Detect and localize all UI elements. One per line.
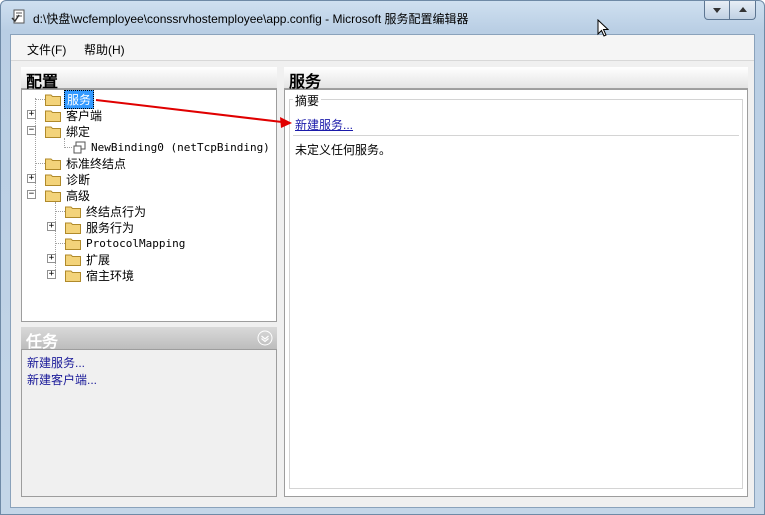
folder-open-icon [45, 126, 61, 138]
tree-label-extensions: 扩展 [86, 252, 111, 267]
tree-item-advanced[interactable]: − 高级 [27, 187, 92, 203]
folder-icon [45, 174, 61, 186]
tree-label-bindings: 绑定 [66, 124, 91, 139]
tree-item-endpoint-behaviors[interactable]: 终结点行为 [55, 203, 148, 219]
tree-label-service-behaviors: 服务行为 [86, 220, 135, 235]
maximize-icon [738, 7, 747, 12]
tree-item-newbinding[interactable]: NewBinding0 (netTcpBinding) [64, 139, 272, 155]
expand-icon[interactable]: + [47, 254, 56, 263]
tree-item-client[interactable]: + 客户端 [27, 107, 104, 123]
folder-icon [65, 254, 81, 266]
tree-label-client: 客户端 [66, 108, 103, 123]
services-panel-header: 服务 [284, 67, 748, 91]
tree-item-extensions[interactable]: + 扩展 [47, 251, 112, 267]
tree-item-hosting-environment[interactable]: + 宿主环境 [47, 267, 136, 283]
tree-item-service-behaviors[interactable]: + 服务行为 [47, 219, 136, 235]
folder-icon [45, 158, 61, 170]
mouse-cursor-icon [597, 19, 609, 37]
folder-icon [45, 94, 61, 106]
client-area: 文件(F) 帮助(H) 配置 服务 + 客户端 − 绑定 NewBinding0… [10, 34, 755, 508]
tree-item-protocol-mapping[interactable]: ProtocolMapping [55, 235, 187, 251]
binding-icon [73, 141, 86, 153]
tree-item-standard-endpoints[interactable]: 标准终结点 [35, 155, 128, 171]
app-window: d:\快盘\wcfemployee\conssrvhostemployee\ap… [0, 0, 765, 515]
task-new-client-link[interactable]: 新建客户端... [27, 371, 97, 388]
tree-label-advanced: 高级 [66, 188, 91, 203]
new-service-link[interactable]: 新建服务... [295, 116, 353, 133]
minimize-button[interactable] [704, 1, 730, 20]
config-panel-header: 配置 [21, 67, 277, 91]
menu-help[interactable]: 帮助(H) [80, 41, 129, 58]
caption-buttons [704, 1, 756, 21]
folder-icon [65, 270, 81, 282]
divider [293, 135, 739, 136]
tasks-panel: 新建服务... 新建客户端... [21, 349, 277, 497]
folder-icon [65, 222, 81, 234]
title-bar[interactable]: d:\快盘\wcfemployee\conssrvhostemployee\ap… [1, 1, 764, 33]
tasks-panel-header[interactable]: 任务 [21, 327, 277, 351]
menu-file[interactable]: 文件(F) [23, 41, 70, 58]
expand-icon[interactable]: + [47, 270, 56, 279]
minimize-icon [713, 8, 721, 13]
services-panel: 摘要 新建服务... 未定义任何服务。 [284, 89, 748, 497]
tree-label-protocol-mapping: ProtocolMapping [86, 236, 186, 250]
expand-icon[interactable]: + [27, 110, 36, 119]
collapse-icon[interactable]: − [27, 126, 36, 135]
tree-label-diagnostics: 诊断 [66, 172, 91, 187]
folder-open-icon [45, 190, 61, 202]
tree-label-standard-endpoints: 标准终结点 [66, 156, 127, 171]
summary-label: 摘要 [293, 92, 322, 109]
config-tree[interactable]: 服务 + 客户端 − 绑定 NewBinding0 (netTcpBinding… [21, 89, 277, 322]
collapse-chevron-icon[interactable] [257, 330, 273, 346]
menu-bar: 文件(F) 帮助(H) [11, 35, 754, 61]
collapse-icon[interactable]: − [27, 190, 36, 199]
tree-item-services[interactable]: 服务 [35, 89, 95, 109]
expand-icon[interactable]: + [27, 174, 36, 183]
expand-icon[interactable]: + [47, 222, 56, 231]
folder-icon [65, 238, 81, 250]
tree-item-diagnostics[interactable]: + 诊断 [27, 171, 92, 187]
tree-label-endpoint-behaviors: 终结点行为 [86, 204, 147, 219]
maximize-button[interactable] [730, 1, 756, 20]
task-new-service-link[interactable]: 新建服务... [27, 354, 85, 371]
window-title: d:\快盘\wcfemployee\conssrvhostemployee\ap… [33, 12, 469, 26]
tree-label-newbinding: NewBinding0 (netTcpBinding) [91, 140, 270, 154]
tree-label-hosting-environment: 宿主环境 [86, 268, 135, 283]
folder-icon [45, 110, 61, 122]
tree-item-bindings[interactable]: − 绑定 [27, 123, 92, 139]
folder-icon [65, 206, 81, 218]
empty-services-message: 未定义任何服务。 [295, 143, 392, 157]
config-editor-icon [11, 9, 25, 24]
